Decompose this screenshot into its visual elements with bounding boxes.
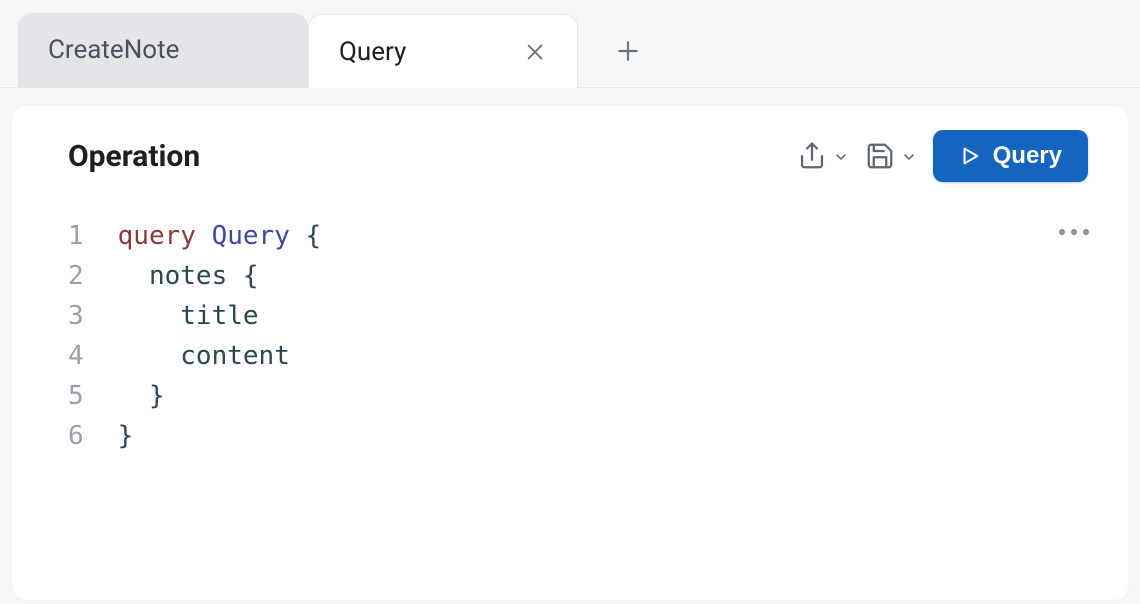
operation-panel: Operation [12,106,1128,600]
panel-header: Operation [68,130,1088,182]
save-button[interactable] [865,141,915,171]
line-number: 2 [68,256,84,296]
token-field: title [180,301,258,331]
line-number: 5 [68,376,84,416]
run-query-button[interactable]: Query [933,130,1088,182]
code-editor[interactable]: 1 2 3 4 5 6 query Query { notes { title … [68,216,1088,456]
run-button-label: Query [993,142,1062,170]
tab-query[interactable]: Query [308,14,578,88]
tab-bar: CreateNote Query [0,0,1140,88]
play-icon [959,145,981,167]
tab-label: CreateNote [48,35,179,65]
token-field: content [180,341,290,371]
token-punc: { [243,261,259,291]
share-icon [797,141,827,171]
more-options-button[interactable] [1056,220,1092,244]
save-icon [865,141,895,171]
token-punc: { [306,221,322,251]
chevron-down-icon [833,149,847,163]
line-number: 6 [68,416,84,456]
tab-createnote[interactable]: CreateNote [18,13,308,87]
close-icon[interactable] [523,40,547,64]
token-keyword: query [118,221,196,251]
token-punc: } [118,421,134,451]
add-tab-button[interactable] [598,21,658,81]
line-number: 1 [68,216,84,256]
token-name: Query [212,221,290,251]
token-punc: } [149,381,165,411]
line-number: 4 [68,336,84,376]
line-gutter: 1 2 3 4 5 6 [68,216,118,456]
toolbar: Query [797,130,1088,182]
chevron-down-icon [901,149,915,163]
tab-label: Query [339,37,406,67]
panel-title: Operation [68,139,200,174]
code-body[interactable]: query Query { notes { title content } } [118,216,322,456]
token-field: notes [149,261,227,291]
export-button[interactable] [797,141,847,171]
line-number: 3 [68,296,84,336]
